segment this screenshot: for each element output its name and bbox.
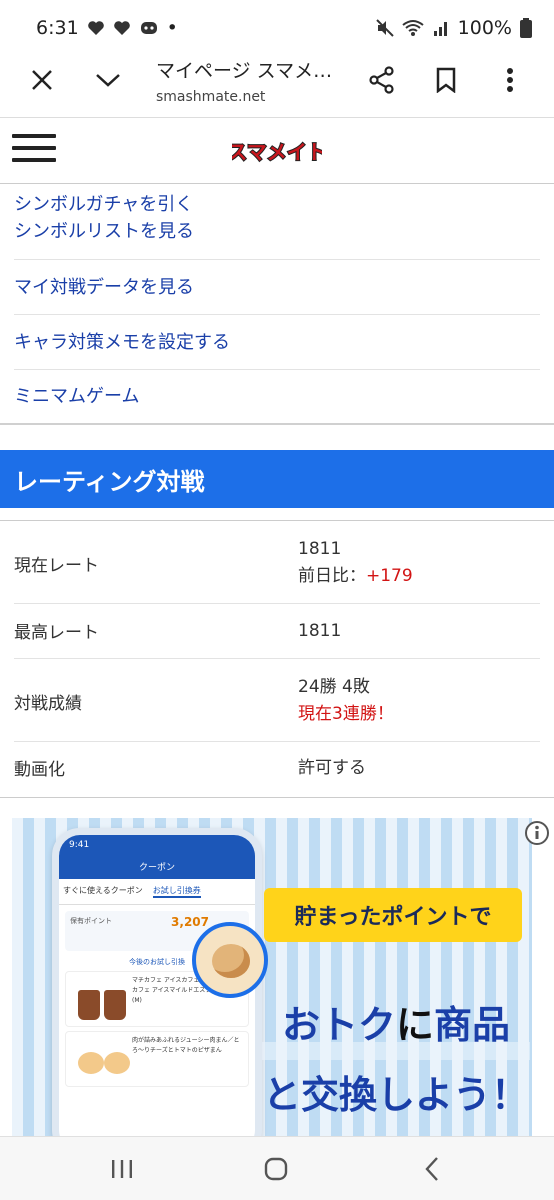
current-rate-value: 1811 xyxy=(298,539,342,559)
table-row: 現在レート 1811 前日比：+179 xyxy=(14,521,540,604)
row-label: 最高レート xyxy=(14,623,99,643)
close-icon[interactable] xyxy=(20,58,64,102)
ad-banner-text: 貯まったポイントで xyxy=(264,888,522,942)
share-icon[interactable] xyxy=(360,58,404,102)
battle-data-link[interactable]: マイ対戦データを見る xyxy=(14,274,540,301)
coffee-cup-icon xyxy=(78,990,100,1020)
section-title-rating: レーティング対戦 xyxy=(0,450,554,508)
battery-icon xyxy=(520,18,532,38)
ad-phone-tab: お試し引換券 xyxy=(152,885,201,898)
bookmark-icon[interactable] xyxy=(424,58,468,102)
symbol-gacha-link[interactable]: シンボルガチャを引く xyxy=(14,191,540,218)
minimum-game-link[interactable]: ミニマムゲーム xyxy=(14,383,540,410)
chevron-down-icon[interactable] xyxy=(86,58,130,102)
hamburger-menu-icon[interactable] xyxy=(12,134,56,166)
battery-percent: 100% xyxy=(457,17,512,39)
ad-phone-header: クーポン xyxy=(59,857,255,879)
row-value: 24勝 4敗 現在3連勝！ xyxy=(298,674,394,728)
status-dot: • xyxy=(166,17,178,39)
ad-phone-points-label: 保有ポイント xyxy=(70,917,112,925)
signal-icon xyxy=(432,19,450,37)
heart-icon xyxy=(87,20,105,36)
site-logo[interactable]: スマメイト xyxy=(226,130,328,170)
divider xyxy=(0,423,554,425)
system-nav-bar xyxy=(0,1136,554,1200)
steamed-bun-image xyxy=(192,922,268,998)
row-label: 対戦成績 xyxy=(14,694,82,714)
daily-change-value: +179 xyxy=(366,566,413,586)
recent-apps-icon[interactable] xyxy=(102,1149,142,1189)
steamed-bun-icon xyxy=(78,1052,104,1074)
status-time: 6:31 xyxy=(36,17,79,39)
ad-headline-part: に xyxy=(395,1003,434,1047)
table-row: 動画化 許可する xyxy=(14,742,540,797)
table-row: 最高レート 1811 xyxy=(14,604,540,659)
more-options-icon[interactable] xyxy=(488,58,532,102)
ad-phone-tab: すぐに使えるクーポン xyxy=(63,886,143,895)
row-label: 現在レート xyxy=(14,556,99,576)
status-bar: 6:31 • 100% xyxy=(0,0,554,56)
ad-phone-time: 9:41 xyxy=(59,835,255,857)
site-header: スマメイト xyxy=(0,118,554,184)
ad-headline-1: おトクに商品 xyxy=(262,994,530,1049)
status-left: 6:31 • xyxy=(36,17,178,39)
ad-phone-points-value: 3,207 xyxy=(171,915,209,929)
back-icon[interactable] xyxy=(412,1149,452,1189)
row-label: 動画化 xyxy=(14,760,65,780)
daily-change: 前日比：+179 xyxy=(298,563,413,590)
ad-headline-part: 商品 xyxy=(434,1003,511,1047)
steamed-bun-icon xyxy=(104,1052,130,1074)
win-streak: 現在3連勝！ xyxy=(298,704,394,724)
table-row: 対戦成績 24勝 4敗 現在3連勝！ xyxy=(14,659,540,742)
page-title-block[interactable]: マイページ スマメ… smashmate.net xyxy=(156,56,346,105)
row-value: 1811 前日比：+179 xyxy=(298,536,413,590)
ad-info-icon[interactable] xyxy=(524,820,550,846)
video-permission-value: 許可する xyxy=(298,758,366,778)
advertisement[interactable]: 9:41 クーポン すぐに使えるクーポン お試し引換券 保有ポイント 3,207… xyxy=(12,818,532,1136)
discord-icon xyxy=(139,20,159,36)
menu-item-symbol: シンボルガチャを引く シンボルリストを見る xyxy=(14,184,540,260)
svg-text:スマメイト: スマメイト xyxy=(232,140,322,164)
symbol-list-link[interactable]: シンボルリストを見る xyxy=(14,218,540,245)
menu-item-battle-data: マイ対戦データを見る xyxy=(14,260,540,315)
rating-table: 現在レート 1811 前日比：+179 最高レート 1811 対戦成績 24勝 … xyxy=(0,520,554,797)
status-right: 100% xyxy=(375,17,532,39)
ad-headline-part: おトク xyxy=(281,1003,396,1047)
ad-phone-tabs: すぐに使えるクーポン お試し引換券 xyxy=(59,879,255,905)
record-value: 24勝 4敗 xyxy=(298,677,370,697)
coffee-cup-icon xyxy=(104,990,126,1020)
char-memo-link[interactable]: キャラ対策メモを設定する xyxy=(14,329,540,356)
page-url: smashmate.net xyxy=(156,89,266,105)
ad-phone-item: 肉が詰みあふれるジューシー肉まん／とろ〜りチーズとトマトのピザまん xyxy=(65,1031,249,1087)
max-rate-value: 1811 xyxy=(298,621,342,641)
ad-phone-item-text: 肉が詰みあふれるジューシー肉まん／とろ〜りチーズとトマトのピザまん xyxy=(132,1037,240,1054)
menu-item-minimum-game: ミニマムゲーム xyxy=(14,370,540,423)
menu-list: シンボルガチャを引く シンボルリストを見る マイ対戦データを見る キャラ対策メモ… xyxy=(0,184,554,423)
daily-change-label: 前日比： xyxy=(298,566,366,586)
heart-icon xyxy=(113,20,131,36)
menu-item-char-memo: キャラ対策メモを設定する xyxy=(14,315,540,370)
divider xyxy=(0,797,554,798)
wifi-icon xyxy=(402,19,424,37)
ad-headline-2: と交換しよう！ xyxy=(262,1073,529,1117)
mute-icon xyxy=(375,19,394,37)
home-icon[interactable] xyxy=(256,1149,296,1189)
browser-toolbar: マイページ スマメ… smashmate.net xyxy=(0,56,554,118)
page-title: マイページ スマメ… xyxy=(156,60,333,82)
